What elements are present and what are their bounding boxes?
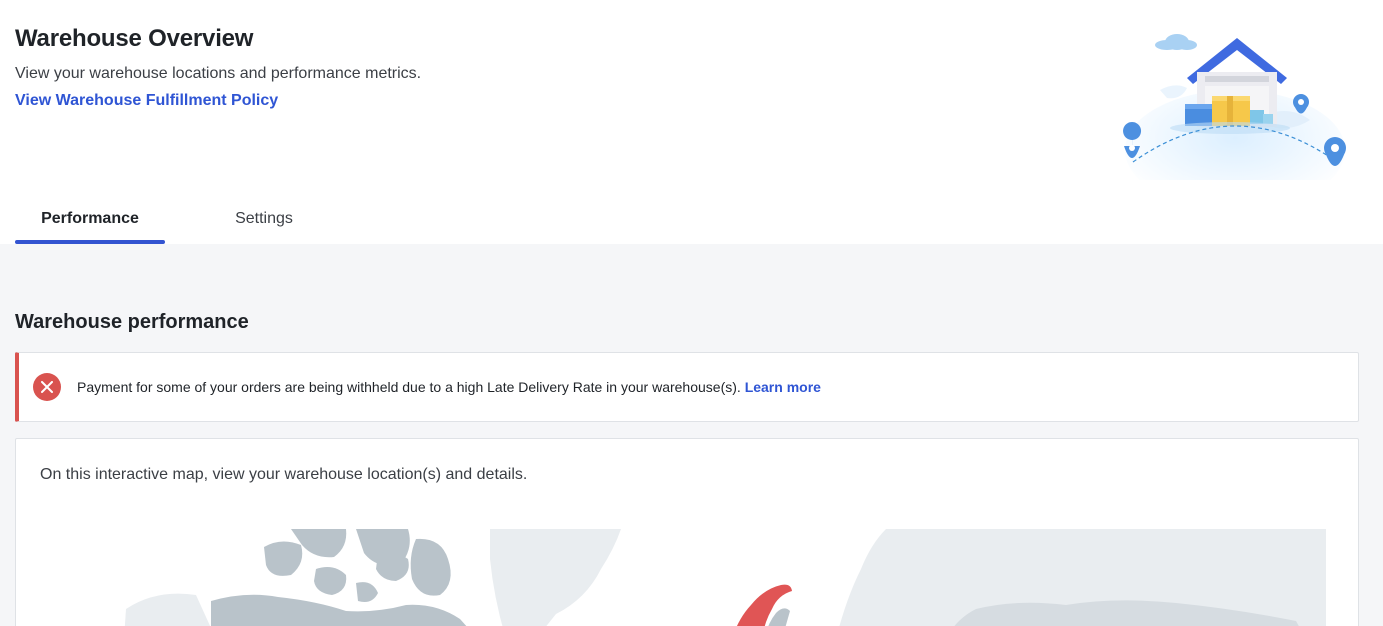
- learn-more-link[interactable]: Learn more: [745, 379, 821, 395]
- tab-performance[interactable]: Performance: [15, 198, 165, 244]
- section-title: Warehouse performance: [15, 311, 249, 333]
- tab-settings[interactable]: Settings: [165, 198, 363, 244]
- late-delivery-alert: Payment for some of your orders are bein…: [15, 352, 1359, 422]
- map-card: On this interactive map, view your wareh…: [15, 438, 1359, 626]
- alert-message: Payment for some of your orders are bein…: [77, 379, 821, 395]
- page-subtitle: View your warehouse locations and perfor…: [15, 65, 422, 82]
- page-header: Warehouse Overview View your warehouse l…: [0, 0, 1383, 244]
- performance-content: Warehouse performance Payment for some o…: [0, 244, 1383, 626]
- page-title: Warehouse Overview: [15, 25, 254, 52]
- world-map[interactable]: [16, 529, 1359, 626]
- map-description: On this interactive map, view your wareh…: [40, 466, 528, 483]
- fulfillment-policy-link[interactable]: View Warehouse Fulfillment Policy: [15, 92, 278, 110]
- cloud-icon: [1155, 34, 1197, 50]
- alert-message-text: Payment for some of your orders are bein…: [77, 379, 741, 395]
- error-x-icon: [33, 373, 61, 401]
- warehouse-illustration-icon: [1123, 34, 1346, 180]
- tab-bar: Performance Settings: [15, 198, 363, 244]
